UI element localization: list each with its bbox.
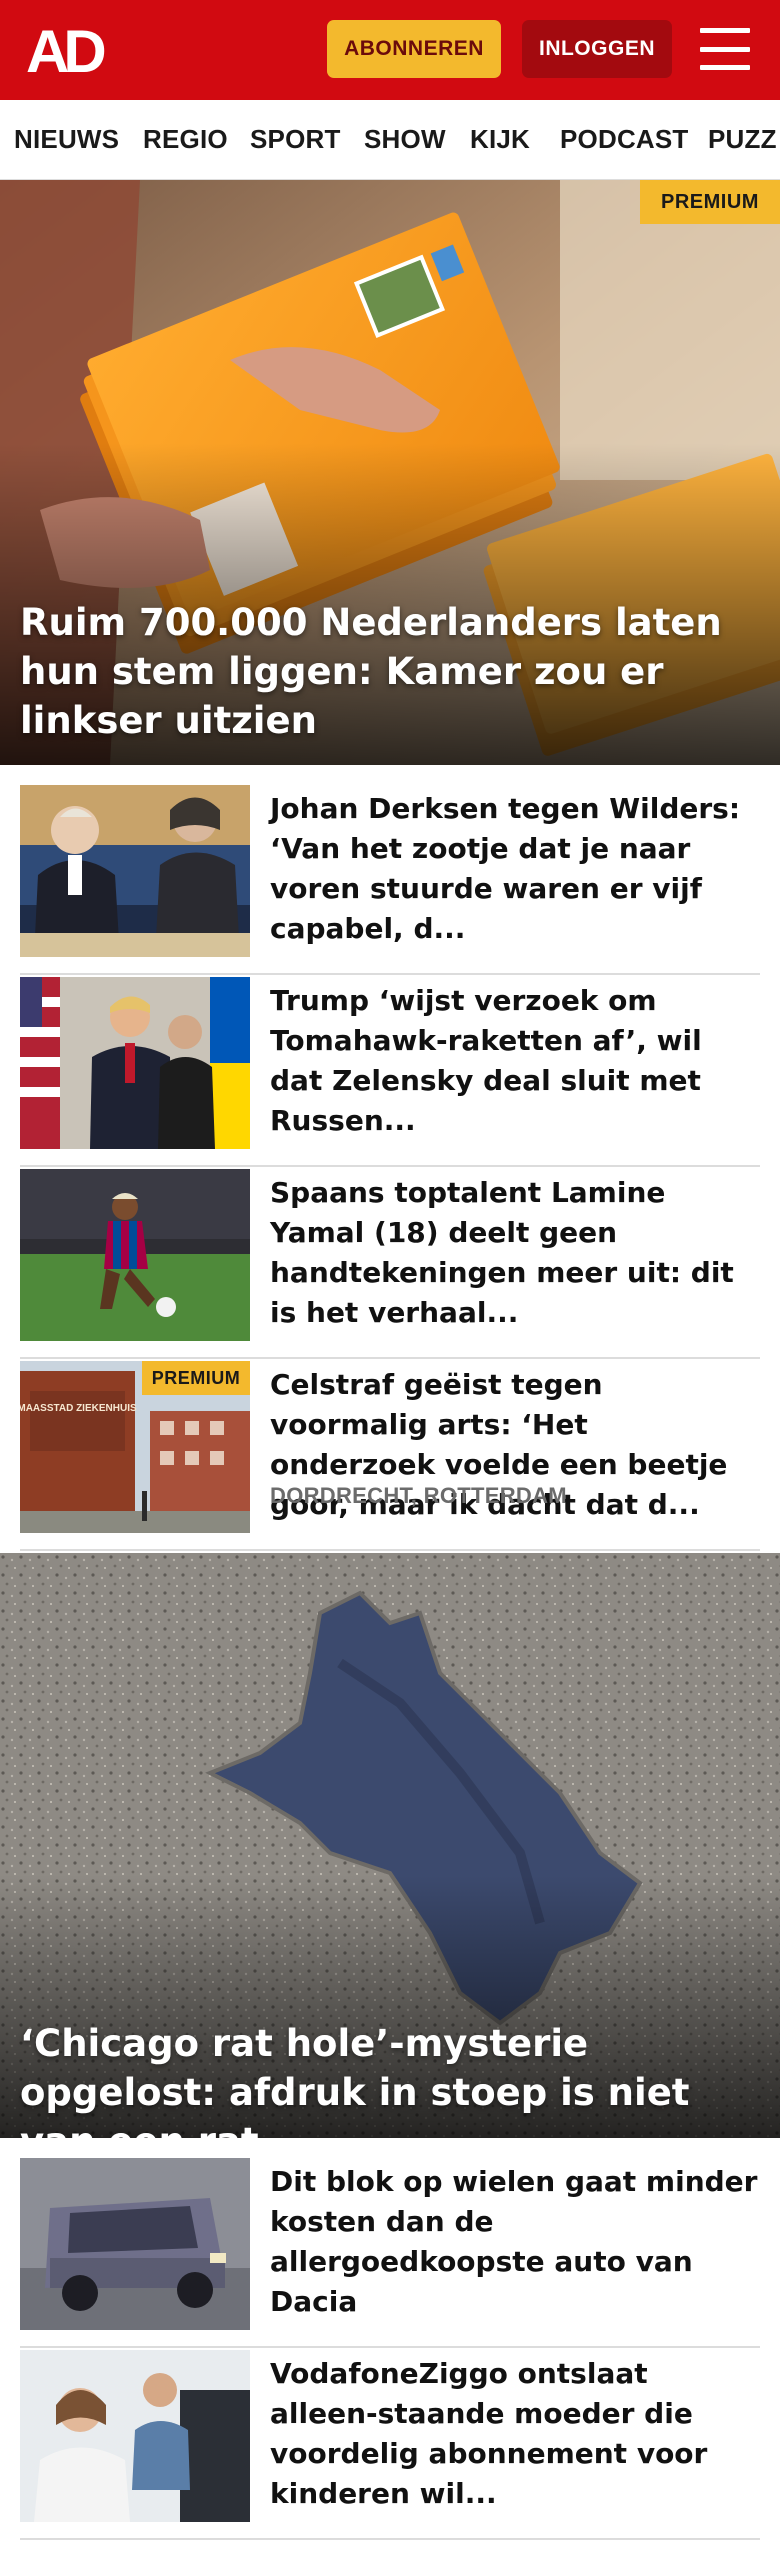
article-thumbnail [20,785,250,957]
article-thumbnail [20,1169,250,1341]
nav-item-sport[interactable]: SPORT [250,124,341,155]
list-item[interactable]: Trump ‘wijst verzoek om Tomahawk-rakette… [20,977,760,1167]
hero-article-voters[interactable]: PREMIUM Ruim 700.000 Nederlanders laten … [0,180,780,765]
subscribe-button[interactable]: ABONNEREN [327,20,501,78]
hero-article-rat-hole[interactable]: ‘Chicago rat hole’-mysterie opgelost: af… [0,1553,780,2138]
list-item[interactable]: MAASSTAD ZIEKENHUIS PREMIUM Celstraf geë… [20,1361,760,1551]
premium-badge: PREMIUM [640,180,780,224]
list-item[interactable]: Dit blok op wielen gaat minder kosten da… [20,2158,760,2348]
top-bar: AD ABONNEREN INLOGGEN [0,0,780,100]
article-thumbnail [20,2158,250,2330]
hamburger-menu-icon[interactable] [698,24,752,74]
hero-headline[interactable]: Ruim 700.000 Nederlanders laten hun stem… [20,598,760,745]
login-button[interactable]: INLOGGEN [522,20,672,78]
svg-text:MAASSTAD ZIEKENHUIS: MAASSTAD ZIEKENHUIS [20,1403,137,1414]
article-headline[interactable]: Spaans toptalent Lamine Yamal (18) deelt… [270,1173,760,1333]
article-headline[interactable]: Trump ‘wijst verzoek om Tomahawk-rakette… [270,981,760,1141]
hero-headline[interactable]: ‘Chicago rat hole’-mysterie opgelost: af… [20,2019,760,2138]
nav-item-show[interactable]: SHOW [364,124,446,155]
svg-text:AD: AD [26,22,104,78]
nav-item-puzzel[interactable]: PUZZ [708,124,777,155]
nav-item-kijk[interactable]: KIJK [470,124,530,155]
article-thumbnail [20,977,250,1149]
premium-badge: PREMIUM [142,1361,250,1395]
nav-item-nieuws[interactable]: NIEUWS [14,124,119,155]
article-headline[interactable]: Johan Derksen tegen Wilders: ‘Van het zo… [270,789,760,949]
article-headline[interactable]: Dit blok op wielen gaat minder kosten da… [270,2162,760,2322]
list-item[interactable]: Johan Derksen tegen Wilders: ‘Van het zo… [20,785,760,975]
list-item[interactable]: Spaans toptalent Lamine Yamal (18) deelt… [20,1169,760,1359]
nav-item-podcast[interactable]: PODCAST [560,124,689,155]
nav-item-regio[interactable]: REGIO [143,124,228,155]
article-location: DORDRECHT, ROTTERDAM [270,1483,567,1508]
article-headline[interactable]: VodafoneZiggo ontslaat alleen-staande mo… [270,2354,760,2514]
section-nav: NIEUWS REGIO SPORT SHOW KIJK PODCAST PUZ… [0,100,780,180]
list-item[interactable]: VodafoneZiggo ontslaat alleen-staande mo… [20,2350,760,2540]
ad-logo[interactable]: AD [26,22,118,78]
article-thumbnail [20,2350,250,2522]
